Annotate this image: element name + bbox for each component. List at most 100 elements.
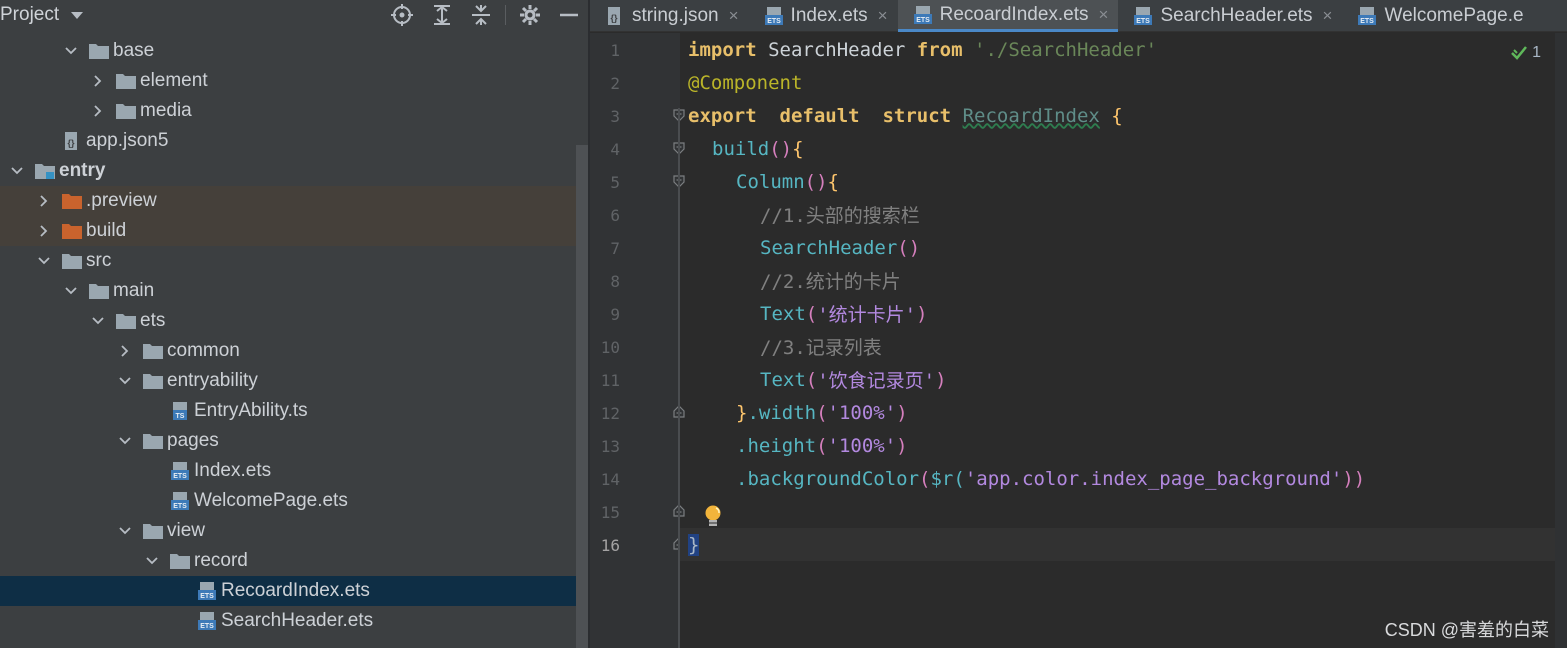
svg-text:ETS: ETS [200, 593, 214, 600]
tree-item-view[interactable]: view [0, 516, 588, 546]
folder-icon [142, 432, 164, 450]
tab-searchheader-ets[interactable]: ETS SearchHeader.ets × [1118, 0, 1342, 32]
json-file-icon: {} [604, 6, 626, 26]
tab-index-ets[interactable]: ETS Index.ets × [749, 0, 898, 32]
tree-item-label: record [194, 550, 248, 571]
tree-item-recoardindex-ets[interactable]: ETS RecoardIndex.ets [0, 576, 588, 606]
chevron-down-icon[interactable] [38, 255, 50, 267]
line-number: 7 [610, 239, 620, 258]
tree-item-welcomepage-ets[interactable]: ETS WelcomePage.ets [0, 486, 588, 516]
inspection-count: 1 [1532, 44, 1541, 61]
lightbulb-icon[interactable] [702, 504, 724, 528]
tree-item-label: main [113, 280, 155, 301]
tree-item-label: EntryAbility.ts [194, 400, 308, 421]
line-number: 15 [600, 503, 620, 522]
chevron-down-icon[interactable] [119, 525, 131, 537]
chevron-right-icon[interactable] [119, 345, 131, 357]
tree-item-main[interactable]: main [0, 276, 588, 306]
svg-text:{}: {} [610, 13, 618, 23]
close-icon[interactable]: × [1099, 5, 1109, 25]
tab-label: RecoardIndex.ets [939, 3, 1089, 25]
close-icon[interactable]: × [1323, 6, 1333, 26]
chevron-right-icon[interactable] [92, 105, 104, 117]
tree-item-entryability[interactable]: entryability [0, 366, 588, 396]
code-line-1: import SearchHeader from './SearchHeader… [688, 38, 1158, 61]
chevron-down-icon[interactable] [146, 555, 158, 567]
chevron-down-icon[interactable] [65, 45, 77, 57]
tree-item-entry[interactable]: entry [0, 156, 588, 186]
tree-item-app-json5[interactable]: {} app.json5 [0, 126, 588, 156]
line-number: 5 [610, 173, 620, 192]
tree-scrollbar[interactable] [576, 145, 588, 648]
tab-welcomepage-e[interactable]: ETS WelcomePage.e [1342, 0, 1533, 32]
tab-recoardindex-ets[interactable]: ETS RecoardIndex.ets × [897, 0, 1119, 32]
ets-file-icon: ETS [169, 492, 191, 510]
chevron-down-icon[interactable] [11, 165, 23, 177]
tree-item-label: build [86, 220, 127, 241]
tree-item-preview[interactable]: .preview [0, 186, 588, 216]
chevron-down-icon[interactable] [71, 11, 84, 19]
tree-item-media[interactable]: media [0, 96, 588, 126]
close-icon[interactable]: × [878, 6, 888, 26]
code-line-9: Text('统计卡片') [760, 302, 928, 327]
tree-item-ets[interactable]: ets [0, 306, 588, 336]
line-number: 11 [600, 371, 620, 390]
tree-item-label: entryability [167, 370, 258, 391]
folder-icon [169, 552, 191, 570]
svg-text:ETS: ETS [200, 623, 214, 630]
chevron-right-icon[interactable] [38, 195, 50, 207]
tab-label: string.json [632, 5, 719, 26]
code-line-5: Column(){ [736, 170, 839, 193]
inspection-status[interactable]: 1 [1510, 44, 1541, 62]
tree-item-entryability-ts[interactable]: TS EntryAbility.ts [0, 396, 588, 426]
chevron-down-icon[interactable] [119, 375, 131, 387]
tree-item-src[interactable]: src [0, 246, 588, 276]
chevron-down-icon[interactable] [65, 285, 77, 297]
json-file-icon: {} [61, 132, 83, 150]
line-number: 16 [600, 536, 620, 555]
expand-all-icon[interactable] [430, 3, 454, 27]
folder-icon [142, 522, 164, 540]
tree-item-index-ets[interactable]: ETS Index.ets [0, 456, 588, 486]
tree-item-element[interactable]: element [0, 66, 588, 96]
folder-icon [88, 42, 110, 60]
tab-string-json[interactable]: {} string.json × [590, 0, 749, 32]
code-line-13: .height('100%') [736, 434, 908, 457]
tree-item-common[interactable]: common [0, 336, 588, 366]
line-number: 14 [600, 470, 620, 489]
tree-item-label: common [167, 340, 240, 361]
tree-item-build[interactable]: build [0, 216, 588, 246]
minimize-icon[interactable] [557, 3, 581, 27]
tree-item-label: pages [167, 430, 219, 451]
tree-item-base[interactable]: base [0, 36, 588, 66]
ets-file-icon: ETS [1132, 6, 1154, 26]
tree-item-label: .preview [86, 190, 157, 211]
close-icon[interactable]: × [729, 6, 739, 26]
svg-text:ETS: ETS [1361, 18, 1375, 25]
code-line-10: //3.记录列表 [760, 337, 882, 359]
code-editor: {} string.json × ETS Index.ets × ETS RecoardInd… [590, 0, 1567, 648]
tree-item-record[interactable]: record [0, 546, 588, 576]
chevron-right-icon[interactable] [38, 225, 50, 237]
code-line-8: //2.统计的卡片 [760, 271, 901, 293]
svg-text:ETS: ETS [767, 18, 781, 25]
svg-text:TS: TS [176, 413, 185, 420]
chevron-down-icon[interactable] [119, 435, 131, 447]
tree-item-pages[interactable]: pages [0, 426, 588, 456]
code-line-11: Text('饮食记录页') [760, 368, 947, 393]
folder-icon [88, 282, 110, 300]
chevron-down-icon[interactable] [92, 315, 104, 327]
tab-label: WelcomePage.e [1384, 5, 1524, 26]
code-area[interactable]: import SearchHeader from './SearchHeader… [680, 33, 1567, 648]
chevron-right-icon[interactable] [92, 75, 104, 87]
toolbar-divider [505, 5, 506, 25]
collapse-all-icon[interactable] [469, 3, 493, 27]
gear-icon[interactable] [518, 3, 542, 27]
tree-item-label: app.json5 [86, 130, 169, 151]
project-panel-title[interactable]: Project [0, 4, 59, 26]
editor-scrollbar[interactable] [1555, 33, 1567, 648]
folder-icon [61, 252, 83, 270]
tree-item-searchheader-ets[interactable]: ETS SearchHeader.ets [0, 606, 588, 636]
tree-item-label: WelcomePage.ets [194, 490, 348, 511]
locate-icon[interactable] [390, 3, 414, 27]
